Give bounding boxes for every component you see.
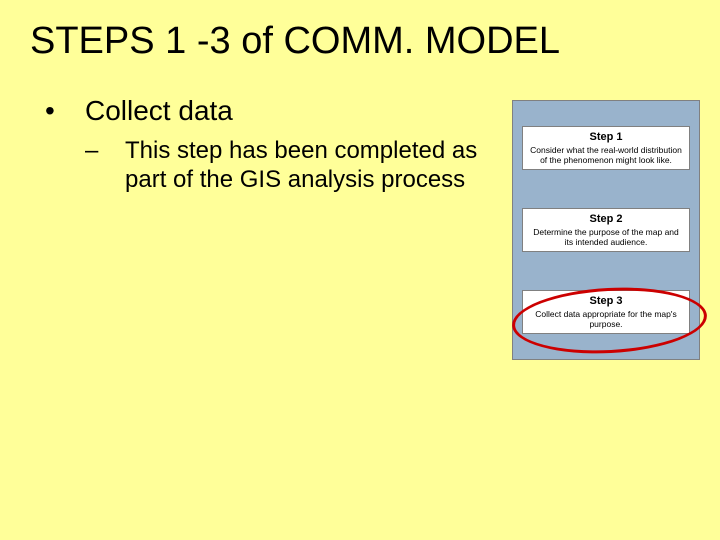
step-3-title: Step 3 — [529, 295, 683, 307]
dash-symbol: – — [85, 137, 125, 165]
bullet-symbol: • — [45, 95, 85, 127]
steps-diagram: Step 1 Consider what the real-world dist… — [512, 100, 700, 360]
step-1-desc: Consider what the real-world distributio… — [529, 145, 683, 165]
slide-body: • Collect data – This step has been comp… — [45, 95, 495, 195]
slide-title: STEPS 1 -3 of COMM. MODEL — [30, 20, 560, 63]
step-box-2: Step 2 Determine the purpose of the map … — [522, 208, 690, 252]
step-3-desc: Collect data appropriate for the map's p… — [529, 309, 683, 329]
sub-bullet-item: – This step has been completed as part o… — [85, 137, 495, 195]
step-box-3: Step 3 Collect data appropriate for the … — [522, 290, 690, 334]
step-box-1: Step 1 Consider what the real-world dist… — [522, 126, 690, 170]
step-2-title: Step 2 — [529, 213, 683, 225]
bullet-text: Collect data — [85, 95, 233, 127]
step-1-title: Step 1 — [529, 131, 683, 143]
bullet-item: • Collect data — [45, 95, 495, 127]
step-2-desc: Determine the purpose of the map and its… — [529, 227, 683, 247]
sub-bullet-text: This step has been completed as part of … — [125, 137, 495, 195]
